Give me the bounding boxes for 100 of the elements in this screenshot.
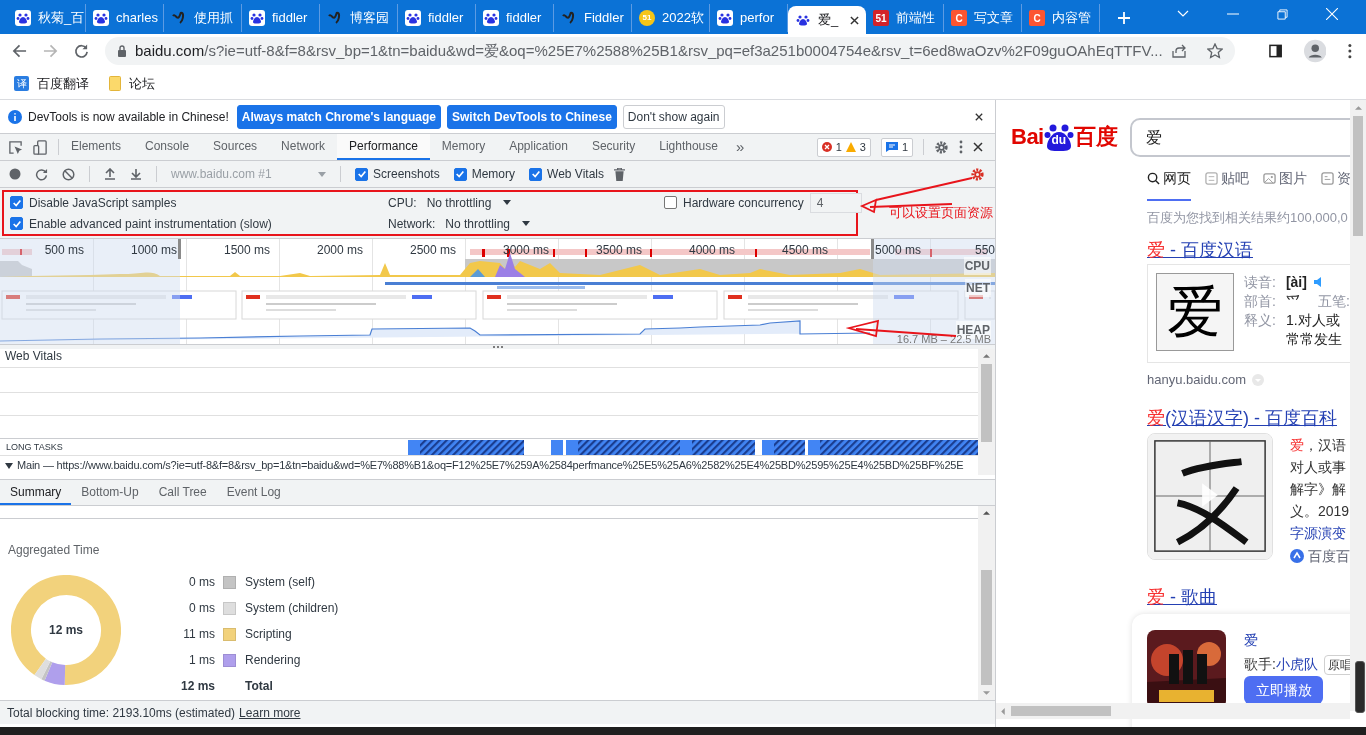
singer-link[interactable]: 小虎队 — [1275, 654, 1318, 675]
detail-tab[interactable]: Event Log — [216, 480, 291, 505]
panel-tab[interactable]: Security — [579, 134, 648, 160]
scroll-down-icon[interactable] — [983, 691, 990, 695]
button[interactable]: Don't show again — [622, 104, 725, 129]
bookmark[interactable]: 论坛 — [109, 73, 155, 94]
number-field[interactable]: 4 — [809, 192, 862, 213]
long-task-bar[interactable] — [762, 440, 805, 455]
reload-icon[interactable] — [35, 167, 48, 181]
panel-tab[interactable]: Application — [497, 134, 580, 160]
track-title: LONG TASKS — [6, 441, 63, 454]
bookmark[interactable]: 译 百度翻译 — [14, 73, 89, 94]
throttling-dropdown[interactable]: No throttling — [426, 193, 514, 212]
button[interactable]: Always match Chrome's language — [236, 104, 442, 129]
panel-tab[interactable]: Performance — [337, 134, 430, 160]
scrollbar[interactable] — [978, 349, 995, 475]
star-icon[interactable] — [1206, 43, 1223, 59]
browser-tab[interactable]: 秋菊_百 — [8, 4, 86, 32]
play-button[interactable]: 立即播放 — [1244, 676, 1323, 704]
side-panel-icon[interactable] — [1268, 44, 1282, 58]
close-icon[interactable] — [850, 15, 859, 25]
scrollbar[interactable] — [1350, 100, 1366, 711]
message-counter[interactable]: 1 — [880, 137, 913, 157]
throttling-dropdown[interactable]: No throttling — [445, 214, 533, 233]
settings-icon[interactable] — [934, 139, 949, 155]
reload-icon[interactable] — [74, 43, 89, 59]
detail-tab[interactable]: Call Tree — [148, 480, 217, 505]
panel-tab[interactable]: Elements — [59, 134, 134, 160]
long-task-bar[interactable] — [408, 440, 524, 455]
browser-tab[interactable]: fiddler — [398, 4, 476, 32]
tick-label: 2500 ms — [409, 242, 456, 259]
browser-tab[interactable]: fiddler — [476, 4, 554, 32]
scroll-up-icon[interactable] — [983, 354, 990, 358]
issue-counter[interactable]: 1 3 — [816, 137, 871, 157]
learn-more-link[interactable]: Learn more — [239, 703, 301, 722]
panel-tab[interactable]: Network — [269, 134, 338, 160]
setting-label: Network: — [388, 215, 436, 233]
search-tab[interactable]: 资 — [1321, 168, 1351, 201]
browser-tab[interactable]: charles — [86, 4, 164, 32]
chevron-down-icon[interactable] — [1177, 10, 1189, 18]
profile-icon[interactable] — [1303, 39, 1327, 63]
expand-icon[interactable] — [5, 462, 13, 469]
checkbox[interactable] — [10, 217, 23, 230]
download-icon[interactable] — [130, 168, 142, 180]
checkbox[interactable] — [529, 167, 543, 181]
checkbox[interactable] — [664, 196, 677, 209]
browser-tab[interactable]: 博客园 — [320, 4, 398, 32]
close-icon[interactable] — [973, 142, 983, 152]
detail-tab[interactable]: Bottom-Up — [71, 480, 149, 505]
restore-icon[interactable] — [1277, 8, 1288, 20]
checkbox[interactable] — [10, 196, 23, 209]
search-tab[interactable]: 贴吧 — [1205, 168, 1249, 201]
upload-icon[interactable] — [104, 168, 116, 180]
browser-tab[interactable]: C 内容管 — [1022, 4, 1100, 32]
long-task-bar[interactable] — [680, 440, 755, 455]
device-toolbar-icon[interactable] — [33, 139, 48, 155]
range-handle[interactable] — [871, 239, 874, 259]
scrollbar[interactable] — [996, 703, 1350, 719]
resize-handle-icon[interactable] — [492, 346, 503, 348]
more-options-icon[interactable] — [959, 140, 963, 154]
scrollbar-thumb[interactable] — [981, 364, 992, 442]
clear-icon[interactable] — [62, 167, 75, 181]
browser-tab[interactable]: Fiddler — [554, 4, 632, 32]
record-icon[interactable] — [9, 168, 21, 180]
panel-tab[interactable]: Lighthouse — [647, 134, 730, 160]
scrollbar[interactable] — [978, 506, 995, 700]
search-tab[interactable]: 图片 — [1263, 168, 1307, 201]
address-bar[interactable]: baidu.com/s?ie=utf-8&f=8&rsv_bp=1&tn=baidu&wd=爱&oq=%25E7%2588%25B1&rsv_pq=ef3a251b0004754e&rsv_t=6ed8waOzv%2F09guOAhEqTTFV... — [105, 37, 1235, 65]
settings-icon[interactable] — [970, 166, 985, 182]
scroll-up-icon[interactable] — [983, 511, 990, 515]
browser-tab[interactable]: 使用抓 — [164, 4, 242, 32]
back-icon[interactable] — [12, 43, 27, 59]
browser-tab[interactable]: 爱_ — [788, 6, 866, 34]
browser-tab[interactable]: fiddler — [242, 4, 320, 32]
checkbox[interactable] — [355, 167, 368, 181]
long-task-bar[interactable] — [808, 440, 978, 455]
scroll-left-icon[interactable] — [1001, 707, 1005, 715]
close-icon[interactable] — [975, 112, 983, 121]
scrollbar-thumb[interactable] — [1011, 706, 1111, 716]
range-handle[interactable] — [178, 239, 181, 259]
browser-tab[interactable]: 51 前端性 — [866, 4, 944, 32]
scrollbar-thumb[interactable] — [1353, 116, 1363, 236]
link[interactable]: 字源演变 — [1290, 522, 1346, 544]
share-icon[interactable] — [1170, 43, 1187, 59]
panel-tab[interactable]: Sources — [201, 134, 270, 160]
menu-icon[interactable] — [1348, 43, 1352, 59]
browser-tab[interactable]: perfor — [710, 4, 788, 32]
new-tab-icon[interactable] — [1118, 12, 1130, 24]
trash-icon[interactable] — [613, 167, 625, 181]
button[interactable]: Switch DevTools to Chinese — [447, 104, 617, 129]
scrollbar-thumb[interactable] — [981, 570, 992, 685]
panel-tab[interactable]: Console — [133, 134, 202, 160]
checkbox[interactable] — [453, 167, 467, 181]
inspect-icon[interactable] — [8, 139, 23, 155]
browser-tab[interactable]: C 写文章 — [944, 4, 1022, 32]
more-tabs-button[interactable]: » — [729, 134, 751, 160]
search-tab[interactable]: 网页 — [1147, 168, 1191, 201]
long-task-bar[interactable] — [566, 440, 680, 455]
browser-tab[interactable]: 51 2022软 — [632, 4, 710, 32]
panel-tab[interactable]: Memory — [429, 134, 498, 160]
